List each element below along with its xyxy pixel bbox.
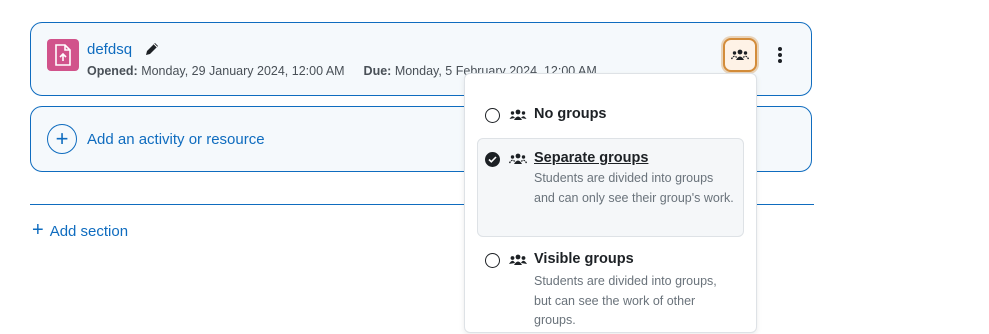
plus-circle-icon: + [47,124,77,154]
group-mode-dropdown: No groups Separate groups Students are d… [464,73,757,333]
option-visible-groups[interactable]: Visible groups Students are divided into… [477,244,744,334]
option-title: Visible groups [534,251,634,267]
group-mode-button[interactable] [723,38,757,72]
visible-groups-icon [509,254,527,265]
separate-groups-icon [731,49,749,60]
add-activity-label: Add an activity or resource [87,131,265,148]
add-section-button[interactable]: + Add section [32,219,129,241]
assignment-icon [47,39,79,71]
radio-unchecked[interactable] [485,253,500,268]
option-no-groups[interactable]: No groups [477,98,744,132]
option-description: Students are divided into groups and can… [534,171,734,205]
option-description: Students are divided into groups, but ca… [534,274,717,327]
radio-unchecked[interactable] [485,108,500,123]
opened-label: Opened: [87,64,138,78]
no-groups-icon [509,109,527,120]
more-actions-icon[interactable] [771,44,789,66]
pencil-icon[interactable] [143,40,161,58]
due-label: Due: [363,64,392,78]
activity-name-link[interactable]: defdsq [87,41,132,58]
option-title: No groups [534,106,607,122]
plus-icon: + [32,219,44,241]
opened-value: Monday, 29 January 2024, 12:00 AM [141,64,345,78]
add-section-label: Add section [49,222,129,240]
radio-checked[interactable] [485,152,500,167]
separate-groups-icon [509,153,527,164]
option-title: Separate groups [534,150,649,166]
option-separate-groups[interactable]: Separate groups Students are divided int… [477,138,744,237]
